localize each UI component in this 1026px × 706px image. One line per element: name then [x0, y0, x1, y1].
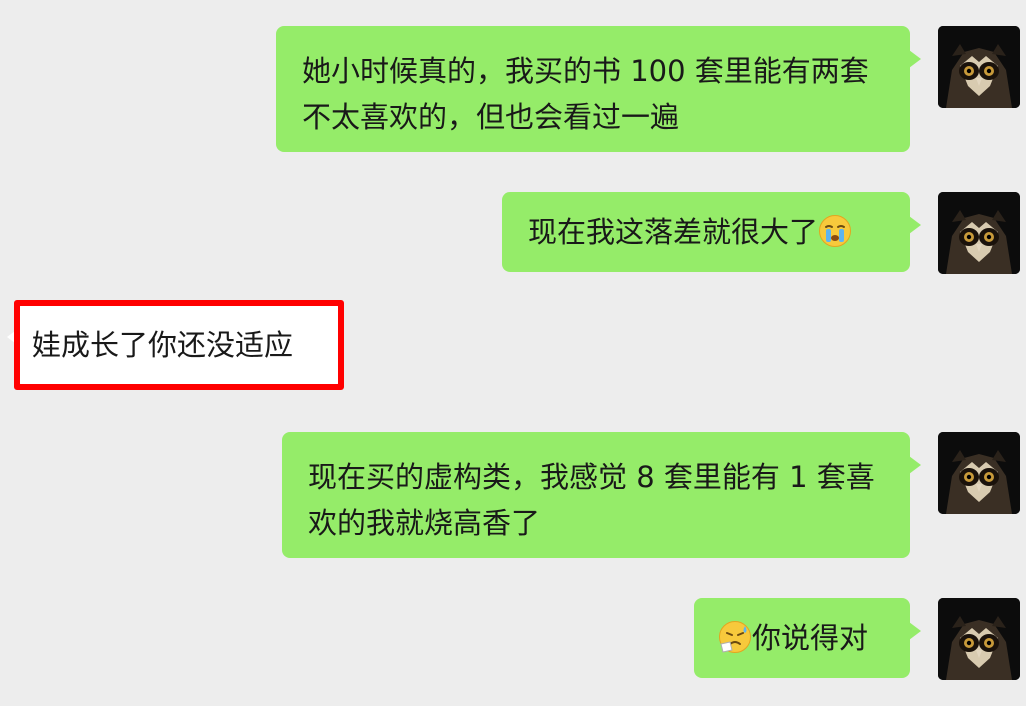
owl-avatar-icon[interactable]	[938, 26, 1020, 108]
message-text: 娃成长了你还没适应	[32, 328, 294, 362]
message-text: 你说得对	[752, 621, 869, 655]
message-text: 现在我这落差就很大了	[528, 215, 819, 249]
sweating-facepalm-emoji-icon	[718, 620, 752, 654]
owl-avatar-icon[interactable]	[938, 432, 1020, 514]
owl-avatar-icon[interactable]	[938, 192, 1020, 274]
message-bubble-incoming[interactable]: 娃成长了你还没适应	[7, 304, 340, 386]
message-bubble-outgoing[interactable]: 现在我这落差就很大了	[502, 192, 921, 272]
crying-emoji-icon	[818, 214, 852, 248]
message-text: 现在买的虚构类，我感觉 8 套里能有 1 套喜欢的我就烧高香了	[308, 460, 875, 540]
message-text: 她小时候真的，我买的书 100 套里能有两套不太喜欢的，但也会看过一遍	[302, 54, 869, 134]
message-bubble-outgoing[interactable]: 你说得对	[694, 598, 921, 678]
message-bubble-outgoing[interactable]: 她小时候真的，我买的书 100 套里能有两套不太喜欢的，但也会看过一遍	[276, 26, 921, 152]
owl-avatar-icon[interactable]	[938, 598, 1020, 680]
message-bubble-outgoing[interactable]: 现在买的虚构类，我感觉 8 套里能有 1 套喜欢的我就烧高香了	[282, 432, 921, 558]
